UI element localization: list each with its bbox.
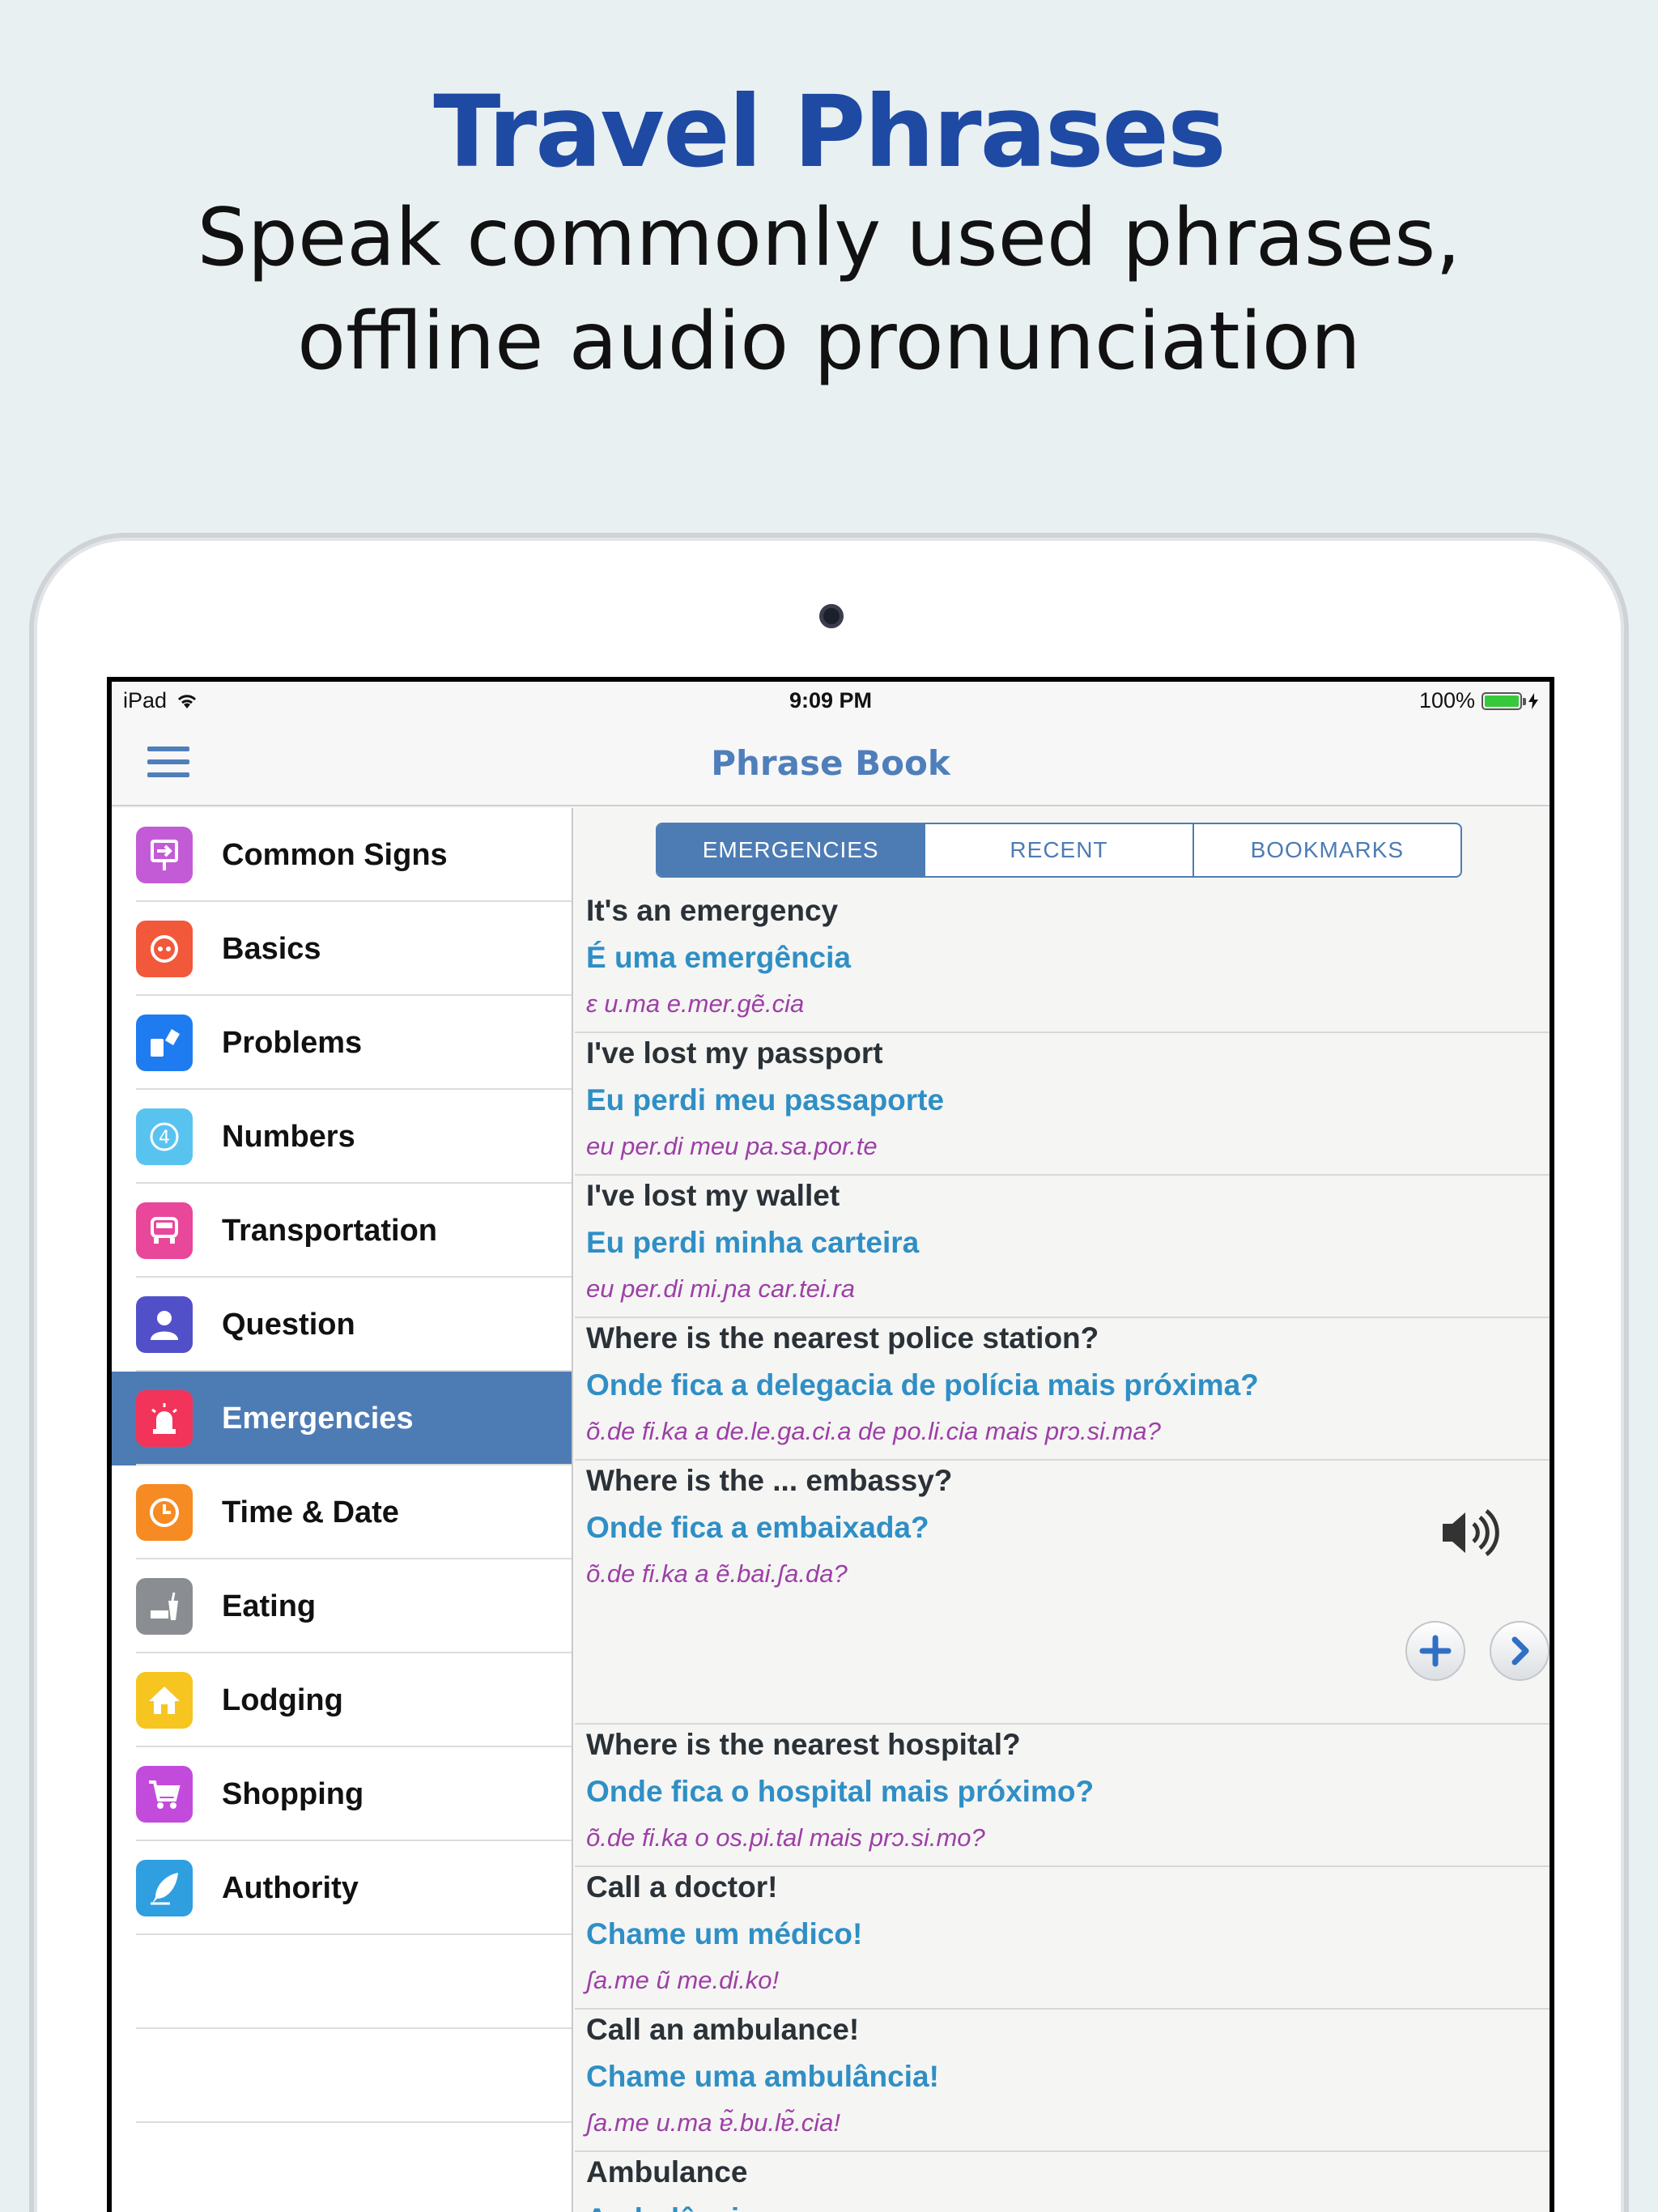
status-bar: iPad 9:09 PM 100% bbox=[112, 682, 1550, 716]
phrase-english: It's an emergency bbox=[586, 894, 839, 927]
numbers-icon: 4 bbox=[136, 1108, 193, 1165]
sidebar-item-label: Transportation bbox=[222, 1213, 438, 1248]
phrase-row[interactable]: Where is the ... embassy? Onde fica a emb… bbox=[575, 1461, 1550, 1725]
nav-title: Phrase Book bbox=[711, 743, 950, 783]
next-phrase-button[interactable] bbox=[1490, 1621, 1550, 1681]
camera-icon bbox=[819, 604, 844, 628]
phrase-pronunciation: õ.de fi.ka a ẽ.bai.ʃa.da? bbox=[586, 1559, 848, 1588]
phrase-pronunciation: eu per.di mi.ɲa car.tei.ra bbox=[586, 1274, 855, 1303]
battery-icon bbox=[1482, 691, 1526, 710]
sidebar-item-time-date[interactable]: Time & Date bbox=[112, 1465, 572, 1559]
promo-subtitle-line1: Speak commonly used phrases, bbox=[197, 192, 1461, 284]
sidebar-item-label: Emergencies bbox=[222, 1401, 414, 1436]
phrase-pronunciation: ɛ u.ma e.mer.gẽ.cia bbox=[586, 989, 805, 1018]
sidebar-item-label: Authority bbox=[222, 1870, 359, 1905]
phrase-pronunciation: ʃa.me u.ma ɐ̃.bu.lɐ̃.cia! bbox=[586, 2108, 840, 2137]
sidebar-item-label: Time & Date bbox=[222, 1495, 399, 1529]
sidebar-empty-row bbox=[112, 2123, 572, 2212]
phrase-pronunciation: eu per.di meu pa.sa.por.te bbox=[586, 1132, 878, 1160]
chevron-right-icon bbox=[1511, 1636, 1529, 1665]
house-icon bbox=[136, 1672, 193, 1729]
food-icon bbox=[136, 1578, 193, 1635]
sidebar-item-label: Lodging bbox=[222, 1682, 343, 1717]
sidebar-item-lodging[interactable]: Lodging bbox=[112, 1653, 572, 1747]
phrase-translation: Onde fica o hospital mais próximo? bbox=[586, 1775, 1095, 1808]
phrase-translation: Chame uma ambulância! bbox=[586, 2060, 939, 2093]
phrase-english: Ambulance bbox=[586, 2155, 748, 2189]
sidebar-item-shopping[interactable]: Shopping bbox=[112, 1747, 572, 1841]
phrase-translation: É uma emergência bbox=[586, 941, 851, 974]
phrase-pronunciation: õ.de fi.ka o os.pi.tal mais prɔ.si.mo? bbox=[586, 1823, 985, 1852]
phrase-translation: Chame um médico! bbox=[586, 1917, 863, 1950]
sidebar-item-label: Common Signs bbox=[222, 837, 448, 872]
phrase-row[interactable]: Call an ambulance! Chame uma ambulância! ʃ… bbox=[575, 2010, 1550, 2152]
phrase-row[interactable]: Call a doctor! Chame um médico! ʃa.me ũ me… bbox=[575, 1867, 1550, 2010]
phrase-translation: Eu perdi meu passaporte bbox=[586, 1083, 945, 1117]
sign-icon bbox=[136, 827, 193, 883]
phrase-row[interactable]: I've lost my passport Eu perdi meu passap… bbox=[575, 1033, 1550, 1176]
sidebar-item-authority[interactable]: Authority bbox=[112, 1841, 572, 1935]
tab-emergencies[interactable]: EMERGENCIES bbox=[657, 824, 926, 876]
problems-icon bbox=[136, 1015, 193, 1071]
phrase-row[interactable]: It's an emergency É uma emergência ɛ u.ma … bbox=[575, 891, 1550, 1033]
tab-bar: EMERGENCIES RECENT BOOKMARKS bbox=[656, 823, 1462, 878]
person-icon bbox=[136, 1296, 193, 1353]
navigation-bar: Phrase Book bbox=[112, 716, 1550, 806]
cart-icon bbox=[136, 1766, 193, 1823]
siren-icon bbox=[136, 1390, 193, 1447]
sidebar-item-transportation[interactable]: Transportation bbox=[112, 1184, 572, 1278]
phrase-translation: Eu perdi minha carteira bbox=[586, 1226, 920, 1259]
phrase-english: Call an ambulance! bbox=[586, 2013, 860, 2046]
sidebar-item-label: Problems bbox=[222, 1025, 363, 1060]
tab-bookmarks[interactable]: BOOKMARKS bbox=[1194, 824, 1460, 876]
tab-recent[interactable]: RECENT bbox=[925, 824, 1194, 876]
sidebar-item-label: Shopping bbox=[222, 1776, 364, 1811]
sidebar-item-numbers[interactable]: 4 Numbers bbox=[112, 1090, 572, 1184]
phrase-row[interactable]: Where is the nearest hospital? Onde fica … bbox=[575, 1725, 1550, 1867]
basics-icon bbox=[136, 921, 193, 977]
sidebar-item-label: Numbers bbox=[222, 1119, 355, 1154]
phrase-row[interactable]: I've lost my wallet Eu perdi minha cartei… bbox=[575, 1176, 1550, 1318]
phrase-row[interactable]: Where is the nearest police station? Onde… bbox=[575, 1318, 1550, 1461]
phrase-english: Where is the nearest hospital? bbox=[586, 1728, 1021, 1761]
svg-text:4: 4 bbox=[159, 1128, 170, 1148]
phrase-row[interactable]: Ambulance Ambulância bbox=[575, 2152, 1550, 2212]
sidebar-item-eating[interactable]: Eating bbox=[112, 1559, 572, 1653]
car-icon bbox=[136, 1202, 193, 1259]
clock-icon bbox=[136, 1484, 193, 1541]
phrase-pronunciation: õ.de fi.ka a de.le.ga.ci.a de po.li.cia … bbox=[586, 1417, 1161, 1445]
battery-percent: 100% bbox=[1418, 688, 1475, 713]
phrase-translation: Onde fica a delegacia de polícia mais pr… bbox=[586, 1368, 1259, 1402]
sidebar-item-label: Basics bbox=[222, 931, 321, 966]
phrase-english: Where is the ... embassy? bbox=[586, 1464, 953, 1497]
sidebar-item-common-signs[interactable]: Common Signs bbox=[112, 808, 572, 902]
device-screen: iPad 9:09 PM 100% Phrase Book Common Sig… bbox=[107, 677, 1554, 2212]
phrase-english: I've lost my passport bbox=[586, 1036, 883, 1070]
phrase-english: I've lost my wallet bbox=[586, 1179, 840, 1212]
phrase-translation: Ambulância bbox=[586, 2202, 756, 2212]
phrase-list-panel: EMERGENCIES RECENT BOOKMARKS It's an emerg… bbox=[575, 808, 1550, 2212]
sidebar-item-question[interactable]: Question bbox=[112, 1278, 572, 1372]
sidebar-item-emergencies[interactable]: Emergencies bbox=[112, 1372, 572, 1465]
promo-title: Travel Phrases bbox=[433, 74, 1226, 189]
promo-subtitle-line2: offline audio pronunciation bbox=[297, 296, 1361, 388]
plus-icon bbox=[1419, 1635, 1452, 1667]
phrase-translation: Onde fica a embaixada? bbox=[586, 1511, 929, 1544]
sidebar-item-label: Question bbox=[222, 1307, 355, 1342]
category-sidebar: Common Signs Basics Problems 4 Numbers Transp… bbox=[112, 808, 573, 2212]
sidebar-item-basics[interactable]: Basics bbox=[112, 902, 572, 996]
quill-icon bbox=[136, 1860, 193, 1916]
speaker-icon[interactable] bbox=[1438, 1504, 1503, 1561]
sidebar-empty-row bbox=[112, 2029, 572, 2123]
sidebar-item-label: Eating bbox=[222, 1589, 317, 1623]
phrase-english: Where is the nearest police station? bbox=[586, 1321, 1099, 1355]
status-time: 9:09 PM bbox=[789, 688, 873, 713]
sidebar-item-problems[interactable]: Problems bbox=[112, 996, 572, 1090]
charging-icon bbox=[1528, 692, 1538, 709]
add-bookmark-button[interactable] bbox=[1405, 1621, 1465, 1681]
phrase-pronunciation: ʃa.me ũ me.di.ko! bbox=[586, 1966, 780, 1994]
promo-subtitle: Speak commonly used phrases, offline aud… bbox=[0, 186, 1658, 393]
phrase-english: Call a doctor! bbox=[586, 1870, 778, 1904]
sidebar-empty-row bbox=[112, 1935, 572, 2029]
